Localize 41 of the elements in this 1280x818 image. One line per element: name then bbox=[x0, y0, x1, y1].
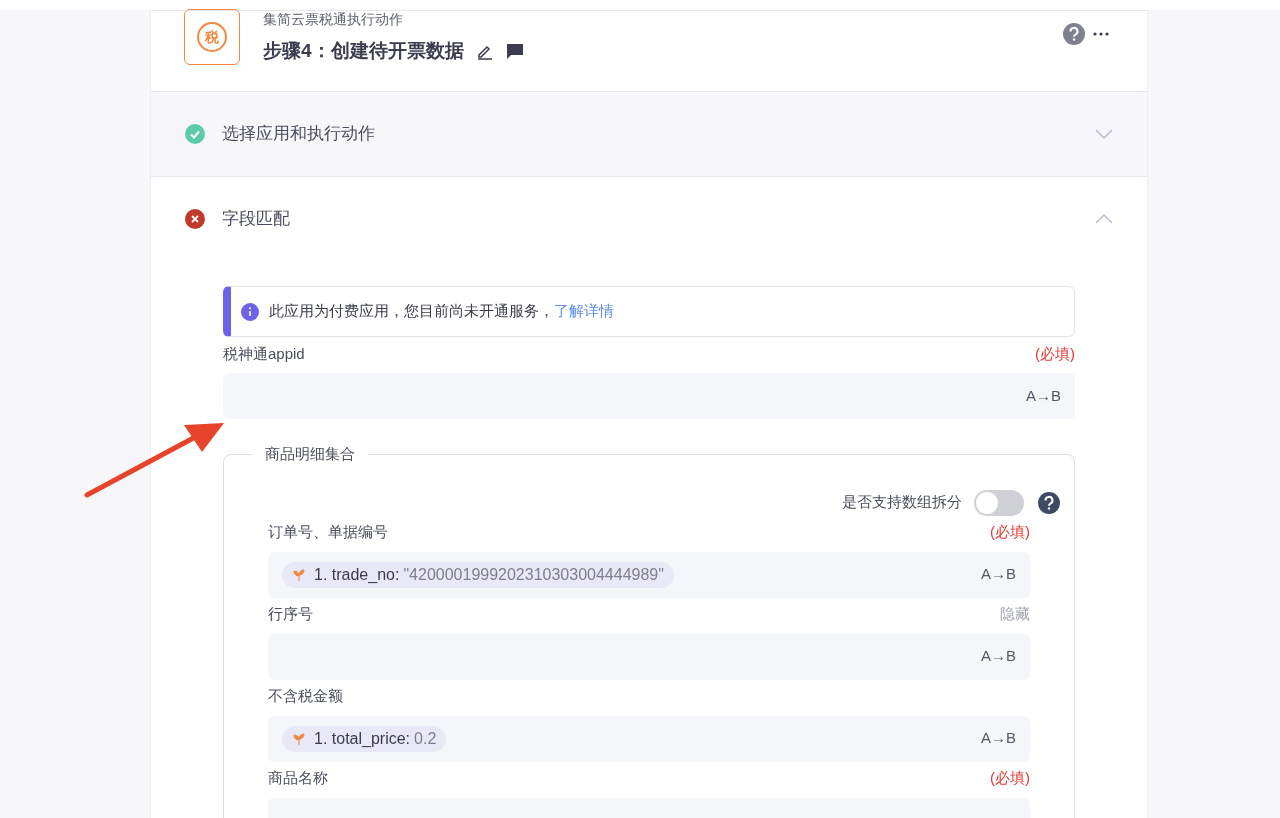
hidden-label: 隐藏 bbox=[1000, 604, 1030, 624]
token-key: 1. trade_no: bbox=[314, 562, 400, 587]
info-icon bbox=[241, 302, 259, 321]
input-field[interactable]: A→B bbox=[268, 633, 1030, 680]
input-field[interactable]: 1. trade_no: "4200001999202310303004444989" A→B bbox=[268, 551, 1030, 598]
variable-token[interactable]: 1. trade_no: "4200001999202310303004444989" bbox=[282, 561, 674, 588]
mapping-toggle[interactable]: A→B bbox=[1026, 384, 1061, 408]
variable-token[interactable]: 1. total_price: 0.2 bbox=[282, 725, 447, 752]
field-label: 行序号 bbox=[268, 604, 313, 624]
required-label: (必填) bbox=[990, 768, 1030, 788]
token-value: 0.2 bbox=[414, 728, 437, 749]
help-icon[interactable] bbox=[1038, 491, 1060, 514]
input-field[interactable]: A→B bbox=[223, 373, 1075, 419]
comment-icon[interactable] bbox=[505, 42, 524, 61]
mapping-toggle[interactable]: A→B bbox=[981, 645, 1016, 668]
mapping-toggle[interactable]: A→B bbox=[981, 563, 1016, 586]
notice-text: 此应用为付费应用，您目前尚未开通服务，了解详情 bbox=[269, 301, 614, 322]
token-key: 1. total_price: bbox=[314, 726, 411, 751]
logo-text: 税 bbox=[197, 22, 227, 52]
help-icon[interactable] bbox=[1063, 23, 1085, 45]
section-title: 选择应用和执行动作 bbox=[222, 123, 375, 146]
token-value: "4200001999202310303004444989" bbox=[403, 564, 664, 585]
mapping-toggle[interactable]: A→B bbox=[981, 727, 1016, 750]
input-field[interactable]: 1. total_price: 0.2 A→B bbox=[268, 715, 1030, 762]
required-label: (必填) bbox=[1035, 343, 1075, 364]
field-label: 不含税金额 bbox=[268, 686, 343, 706]
group-legend: 商品明细集合 bbox=[252, 443, 368, 466]
learn-more-link[interactable]: 了解详情 bbox=[554, 302, 614, 320]
sprout-icon bbox=[292, 731, 306, 746]
section-header[interactable]: 选择应用和执行动作 bbox=[151, 92, 1147, 177]
toggle-label: 是否支持数组拆分 bbox=[842, 492, 962, 513]
split-toggle[interactable] bbox=[974, 489, 1024, 516]
step-title: 步骤4：创建待开票数据 bbox=[263, 39, 464, 63]
field-label: 商品名称 bbox=[268, 768, 328, 788]
section-title: 字段匹配 bbox=[222, 208, 290, 231]
required-label: (必填) bbox=[990, 522, 1030, 542]
app-action-label: 集简云票税通执行动作 bbox=[263, 11, 404, 27]
field-label: 税神通appid bbox=[223, 343, 305, 364]
more-icon[interactable] bbox=[1093, 32, 1109, 36]
field-label: 订单号、单据编号 bbox=[268, 522, 388, 542]
sprout-icon bbox=[292, 567, 306, 582]
